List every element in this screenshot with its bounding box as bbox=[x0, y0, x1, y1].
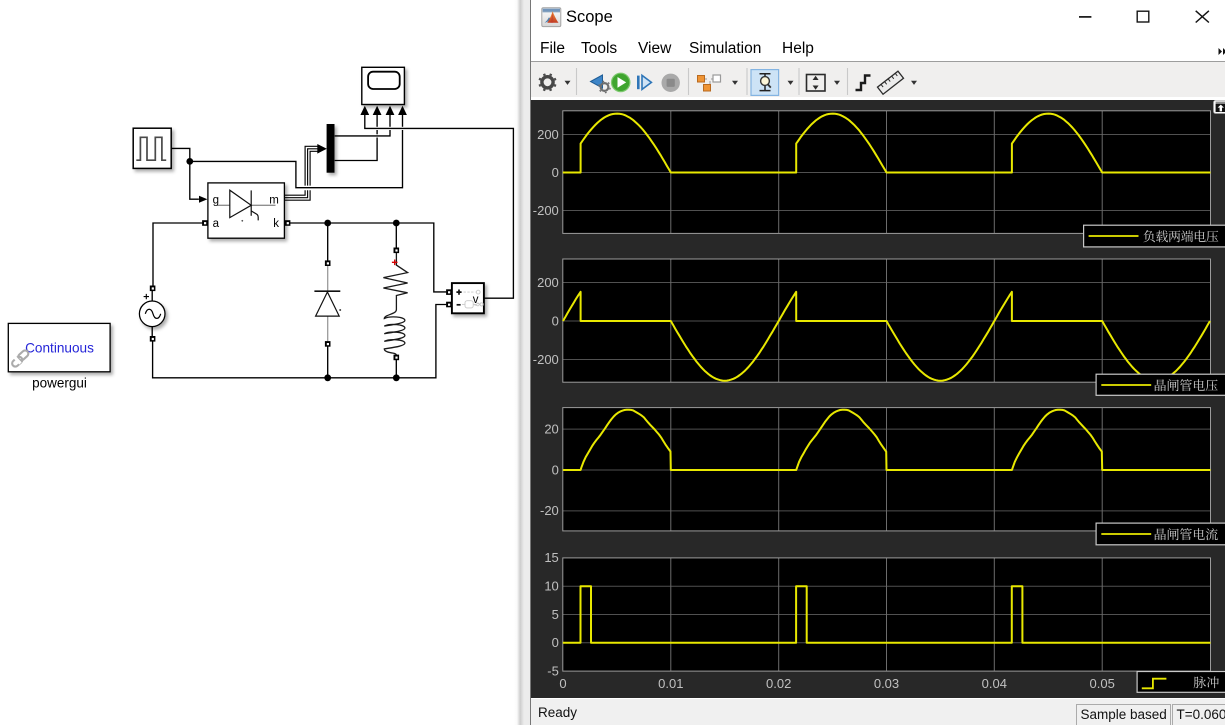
svg-text:-5: -5 bbox=[547, 663, 559, 678]
svg-text:-200: -200 bbox=[533, 352, 559, 367]
svg-text:5: 5 bbox=[552, 607, 559, 622]
svg-text:-200: -200 bbox=[533, 203, 559, 218]
svg-text:15: 15 bbox=[544, 550, 558, 565]
svg-text:0.01: 0.01 bbox=[658, 676, 683, 691]
svg-text:0.03: 0.03 bbox=[874, 676, 899, 691]
svg-text:0.04: 0.04 bbox=[982, 676, 1007, 691]
svg-text:powergui: powergui bbox=[32, 376, 87, 391]
svg-text:0.05: 0.05 bbox=[1090, 676, 1115, 691]
svg-text:a: a bbox=[213, 218, 220, 230]
svg-text:0: 0 bbox=[552, 165, 559, 180]
svg-text:0: 0 bbox=[552, 635, 559, 650]
svg-text:200: 200 bbox=[537, 275, 559, 290]
svg-text:k: k bbox=[273, 218, 279, 230]
svg-text:10: 10 bbox=[544, 579, 558, 594]
svg-text:v: v bbox=[473, 294, 479, 306]
svg-text:0: 0 bbox=[559, 676, 566, 691]
svg-text:0: 0 bbox=[552, 462, 559, 477]
svg-text:20: 20 bbox=[544, 421, 558, 436]
svg-text:m: m bbox=[269, 194, 279, 206]
svg-text:200: 200 bbox=[537, 127, 559, 142]
svg-text:0: 0 bbox=[552, 313, 559, 328]
svg-text:Continuous: Continuous bbox=[25, 340, 94, 355]
svg-text:0.02: 0.02 bbox=[766, 676, 791, 691]
svg-text:g: g bbox=[213, 194, 219, 206]
svg-text:-20: -20 bbox=[540, 503, 559, 518]
